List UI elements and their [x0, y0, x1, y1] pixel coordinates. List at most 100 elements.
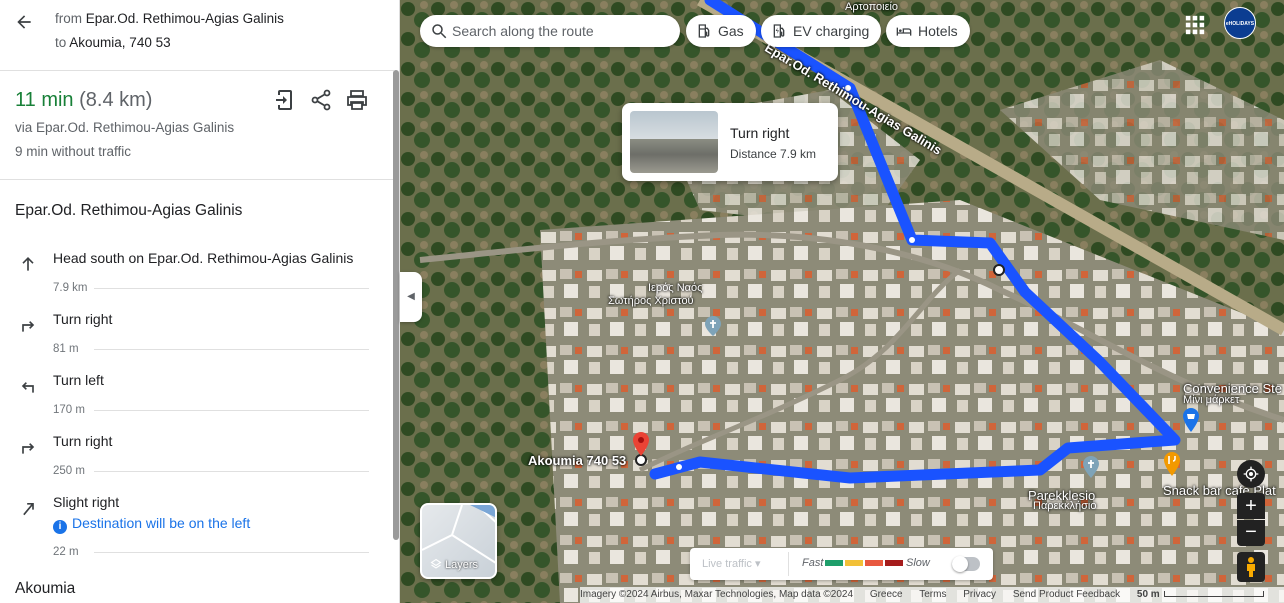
route-summary: 11 min (8.4 km) via Epar.Od. Rethimou-Ag… [0, 71, 394, 180]
print-icon[interactable] [345, 88, 369, 112]
step-distance: 250 m [53, 465, 85, 477]
directions-panel: from Epar.Od. Rethimou-Agias Galinis to … [0, 0, 400, 603]
terms-link[interactable]: Terms [919, 589, 946, 600]
route-header: from Epar.Od. Rethimou-Agias Galinis to … [0, 0, 394, 71]
shopping-pin-icon[interactable] [1181, 407, 1201, 433]
gas-label: Gas [718, 23, 744, 39]
distance: (8.4 km) [79, 89, 153, 111]
collapse-panel-button[interactable]: ◀ [400, 272, 422, 322]
fast-label: Fast [802, 557, 824, 569]
step-distance: 170 m [53, 404, 85, 416]
traffic-swatch-slow [865, 560, 883, 566]
to-place[interactable]: Akoumia, 740 53 [69, 35, 170, 50]
scale-label[interactable]: 50 m [1137, 589, 1160, 600]
step-divider [94, 410, 369, 411]
arrow-up-icon [22, 256, 34, 271]
preview-title: Turn right [730, 125, 790, 141]
gas-chip[interactable]: Gas [686, 15, 756, 47]
country-link[interactable]: Greece [870, 589, 903, 600]
note-text: Destination will be on the left [72, 515, 251, 531]
direction-step[interactable]: Slight right i Destination will be on the… [0, 488, 394, 568]
layers-button[interactable]: Layers [420, 503, 497, 579]
without-traffic: 9 min without traffic [15, 144, 132, 159]
route-search-bar [420, 15, 680, 47]
hotels-label: Hotels [918, 23, 958, 39]
map-label-destination[interactable]: Akoumia 740 53 [528, 453, 626, 468]
share-icon[interactable] [309, 88, 333, 112]
legend-divider [788, 552, 789, 576]
my-location-button[interactable] [1237, 460, 1265, 488]
from-place[interactable]: Epar.Od. Rethimou-Agias Galinis [86, 11, 284, 26]
map-label-church-2[interactable]: Σωτήρος Χριστού [608, 295, 694, 307]
step-distance: 22 m [53, 546, 79, 558]
search-icon [432, 24, 447, 39]
traffic-swatch-stopped [885, 560, 903, 566]
search-input[interactable] [452, 15, 672, 47]
back-arrow-icon [17, 15, 31, 29]
direction-step[interactable]: Turn left 170 m [0, 366, 394, 427]
to-prefix: to [55, 35, 67, 50]
zoom-out-button[interactable]: − [1237, 520, 1265, 546]
minus-icon: − [1245, 521, 1257, 543]
live-traffic-label: Live traffic [702, 558, 752, 570]
step-instruction: Head south on Epar.Od. Rethimou-Agias Ga… [53, 250, 354, 266]
destination-pin-icon[interactable] [632, 431, 650, 457]
turn-right-icon [22, 321, 35, 332]
map-label-parekklesio-gr[interactable]: Παρεκκλήσιο [1033, 500, 1096, 512]
duration: 11 min [15, 89, 74, 111]
step-instruction: Turn right [53, 311, 113, 327]
to-line: to Akoumia, 740 53 [55, 35, 171, 50]
step-instruction: Slight right [53, 494, 120, 510]
map-label-church[interactable]: Ιερός Ναός [648, 282, 702, 294]
feedback-link[interactable]: Send Product Feedback [1013, 589, 1120, 600]
maps-app: from Epar.Od. Rethimou-Agias Galinis to … [0, 0, 1284, 603]
direction-step[interactable]: Head south on Epar.Od. Rethimou-Agias Ga… [0, 244, 394, 305]
destination-title: Akoumia [15, 580, 76, 597]
turn-left-icon [21, 382, 34, 393]
step-instruction: Turn right [53, 433, 113, 449]
from-prefix: from [55, 11, 82, 26]
direction-step[interactable]: Turn right 81 m [0, 305, 394, 366]
step-divider [94, 552, 369, 553]
chapel-pin-icon[interactable] [1081, 455, 1101, 479]
step-preview-card[interactable]: Turn right Distance 7.9 km [622, 103, 838, 181]
privacy-link[interactable]: Privacy [963, 589, 996, 600]
apps-grid-icon[interactable] [1184, 14, 1206, 36]
imagery-credit: Imagery ©2024 Airbus, Maxar Technologies… [580, 589, 854, 600]
panel-scrollbar[interactable] [393, 70, 399, 540]
hotels-chip[interactable]: Hotels [886, 15, 970, 47]
step-distance: 7.9 km [53, 282, 88, 294]
duration-line: 11 min (8.4 km) [15, 89, 152, 112]
info-icon: i [53, 520, 67, 534]
from-line: from Epar.Od. Rethimou-Agias Galinis [55, 11, 284, 26]
gas-station-icon [698, 24, 710, 38]
layers-text: Layers [445, 559, 479, 571]
traffic-legend: Live traffic ▾ Fast Slow [690, 548, 993, 580]
chevron-down-icon: ▾ [755, 558, 761, 570]
ev-charging-chip[interactable]: EV charging [761, 15, 882, 47]
traffic-swatch-moderate [845, 560, 863, 566]
pegman-button[interactable] [1237, 552, 1265, 582]
step-divider [94, 471, 369, 472]
map-label-bakery[interactable]: Αρτοποιείο [845, 1, 898, 13]
step-distance: 81 m [53, 343, 79, 355]
layers-icon [430, 558, 442, 569]
ev-charging-icon [773, 24, 785, 38]
traffic-toggle[interactable] [952, 556, 980, 572]
via-route: via Epar.Od. Rethimou-Agias Galinis [15, 120, 235, 135]
turn-right-icon [22, 443, 35, 454]
send-to-phone-icon[interactable] [273, 88, 297, 112]
layers-label: Layers [430, 558, 478, 571]
steps-section-title[interactable]: Epar.Od. Rethimou-Agias Galinis [15, 202, 242, 220]
account-avatar[interactable]: eHOLIDAYS [1224, 7, 1256, 39]
step-divider [94, 349, 369, 350]
back-button[interactable] [12, 10, 36, 34]
map-label-convenience-gr[interactable]: Μίνι μάρκετ [1183, 394, 1239, 406]
pegman-icon [1247, 557, 1255, 577]
ev-label: EV charging [793, 23, 870, 39]
direction-step[interactable]: Turn right 250 m [0, 427, 394, 488]
church-pin-icon[interactable] [703, 315, 723, 337]
zoom-in-button[interactable]: + [1237, 493, 1265, 519]
cafe-pin-icon[interactable] [1162, 451, 1182, 477]
live-traffic-select[interactable]: Live traffic ▾ [702, 557, 761, 570]
